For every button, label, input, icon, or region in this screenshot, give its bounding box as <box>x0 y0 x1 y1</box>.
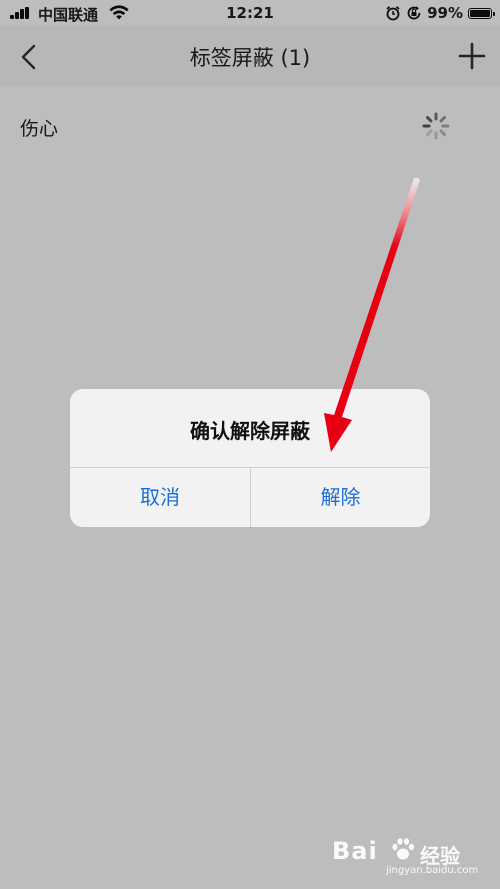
watermark-brand: Bai <box>332 837 378 865</box>
watermark-url: jingyan.baidu.com <box>386 865 479 876</box>
confirm-dialog: 确认解除屏蔽 取消 解除 <box>70 389 430 527</box>
unblock-button[interactable]: 解除 <box>251 468 430 527</box>
dialog-title: 确认解除屏蔽 <box>190 419 310 443</box>
baidu-jingyan-watermark: Bai 经验 jingyan.baidu.com <box>332 837 482 877</box>
cancel-button[interactable]: 取消 <box>70 468 250 527</box>
phone-screen: 中国联通 12:21 99% 标签屏蔽 (1) 伤心 确认解除屏蔽 取消 解除 … <box>0 0 500 889</box>
paw-icon <box>392 838 415 860</box>
